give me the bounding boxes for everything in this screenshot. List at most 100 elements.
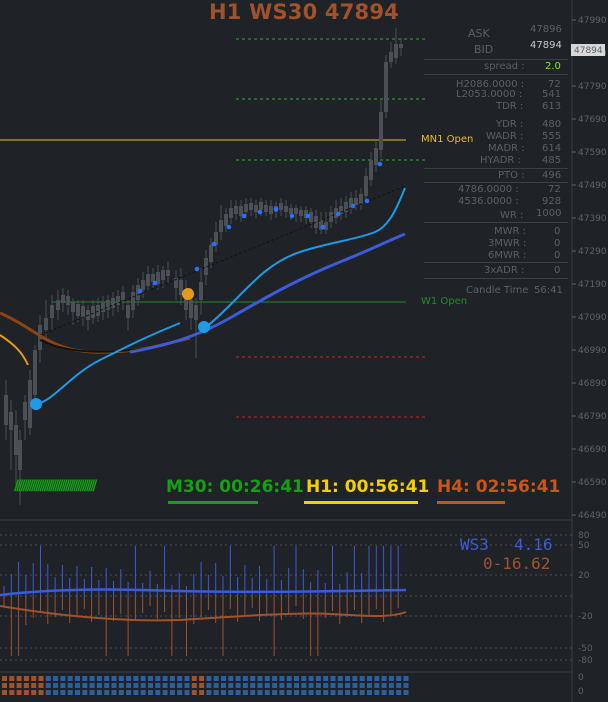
- candle-body: [96, 305, 100, 316]
- signal-marker-1[interactable]: [30, 398, 42, 410]
- heat-cell: [345, 690, 351, 695]
- heat-cell: [75, 683, 80, 688]
- heat-cell: [118, 683, 124, 688]
- heat-cell: [16, 683, 22, 688]
- heat-cell: [381, 690, 387, 695]
- heat-cell: [264, 683, 270, 688]
- heat-cell: [38, 683, 44, 688]
- heat-cell: [345, 676, 351, 681]
- heat-cell: [162, 690, 168, 695]
- candle-time-label: Candle Time: [466, 285, 529, 296]
- heat-cell: [148, 683, 153, 688]
- candle-body: [66, 296, 70, 305]
- candle-body: [23, 402, 27, 420]
- heat-cell: [45, 690, 51, 695]
- candle-body: [269, 206, 273, 214]
- candle-body: [379, 112, 383, 150]
- candle-body: [234, 206, 238, 214]
- candle-body: [76, 304, 80, 316]
- signal-dot: [257, 209, 263, 215]
- candle-body: [106, 300, 110, 310]
- price-tick-label: 47290: [578, 247, 607, 257]
- ma-orange: [0, 334, 29, 366]
- heat-cell: [235, 690, 241, 695]
- candle-body: [299, 210, 303, 216]
- candle-body: [244, 204, 248, 212]
- h-value-2: 541: [542, 89, 562, 100]
- candle-body: [121, 292, 125, 300]
- heat-cell: [111, 690, 117, 695]
- heat-cell: [184, 683, 190, 688]
- heat-cell: [330, 676, 336, 681]
- heat-cell: [235, 683, 241, 688]
- m30-ticks: //////////////////////////////////////: [14, 478, 97, 494]
- ydr-label: YDR :: [496, 119, 524, 130]
- heat-cell: [2, 690, 7, 695]
- heat-cell: [257, 676, 263, 681]
- heat-cell: [374, 690, 380, 695]
- signal-dot: [241, 213, 247, 219]
- heat-cell: [89, 683, 95, 688]
- tdr-label: TDR :: [496, 101, 524, 112]
- heat-cell: [60, 676, 66, 681]
- heat-cell: [213, 690, 219, 695]
- candle-body: [101, 302, 105, 312]
- heat-cell: [403, 676, 409, 681]
- h4-timer: H4: 02:56:41: [437, 477, 561, 497]
- heat-cell: [272, 690, 278, 695]
- h1-timer: H1: 00:56:41: [306, 477, 430, 497]
- heat-cell: [82, 683, 88, 688]
- heat-cell: [118, 690, 124, 695]
- heat-cell: [374, 676, 380, 681]
- heat-cell: [228, 683, 234, 688]
- candle-body: [166, 270, 170, 276]
- heat-cell: [228, 676, 234, 681]
- heat-cell: [104, 683, 110, 688]
- signal-dots: [137, 161, 383, 294]
- heat-cell: [367, 690, 372, 695]
- signal-dot: [305, 213, 311, 219]
- heat-cell: [23, 676, 29, 681]
- heat-cell: [301, 683, 307, 688]
- candle-body: [50, 305, 54, 318]
- candle-body: [284, 206, 288, 212]
- candle-body: [389, 52, 393, 62]
- candle-body: [131, 292, 135, 310]
- heat-cell: [23, 690, 29, 695]
- wadr-value: 555: [542, 131, 562, 142]
- ask-value: 47896: [530, 24, 562, 35]
- w-value-2: 928: [542, 196, 562, 207]
- wadr-label: WADR :: [486, 131, 524, 142]
- candle-body: [264, 205, 268, 212]
- candle-body: [146, 274, 150, 286]
- indicator-level-label: 80: [578, 531, 590, 541]
- candle-body: [81, 306, 85, 318]
- heat-cell: [140, 683, 146, 688]
- heat-cell: [184, 690, 190, 695]
- price-tick-label: 46790: [578, 412, 607, 422]
- heat-cell: [148, 676, 153, 681]
- candle-body: [44, 318, 48, 330]
- price-tick-label: 47390: [578, 214, 607, 224]
- indicator-level-label: -50: [578, 644, 593, 654]
- signal-marker-2[interactable]: [198, 321, 210, 333]
- signal-dot: [194, 266, 200, 272]
- heat-cell: [9, 690, 15, 695]
- candle-body: [18, 440, 22, 470]
- candle-body: [4, 395, 8, 425]
- heat-cell: [301, 676, 307, 681]
- heat-cell: [140, 676, 146, 681]
- mwr6-value: 0: [554, 250, 561, 261]
- madr-label: MADR :: [488, 143, 525, 154]
- heat-cell: [250, 690, 256, 695]
- mwr6-label: 6MWR :: [488, 250, 527, 261]
- h4-timer-underline: [437, 501, 505, 504]
- heat-cell: [96, 690, 102, 695]
- heat-cell: [96, 676, 102, 681]
- signal-marker-3[interactable]: [182, 288, 194, 300]
- heat-cell: [199, 690, 205, 695]
- candle-body: [399, 44, 403, 48]
- heat-cell: [388, 690, 394, 695]
- heat-cell: [53, 676, 59, 681]
- bid-label: BID: [474, 43, 494, 56]
